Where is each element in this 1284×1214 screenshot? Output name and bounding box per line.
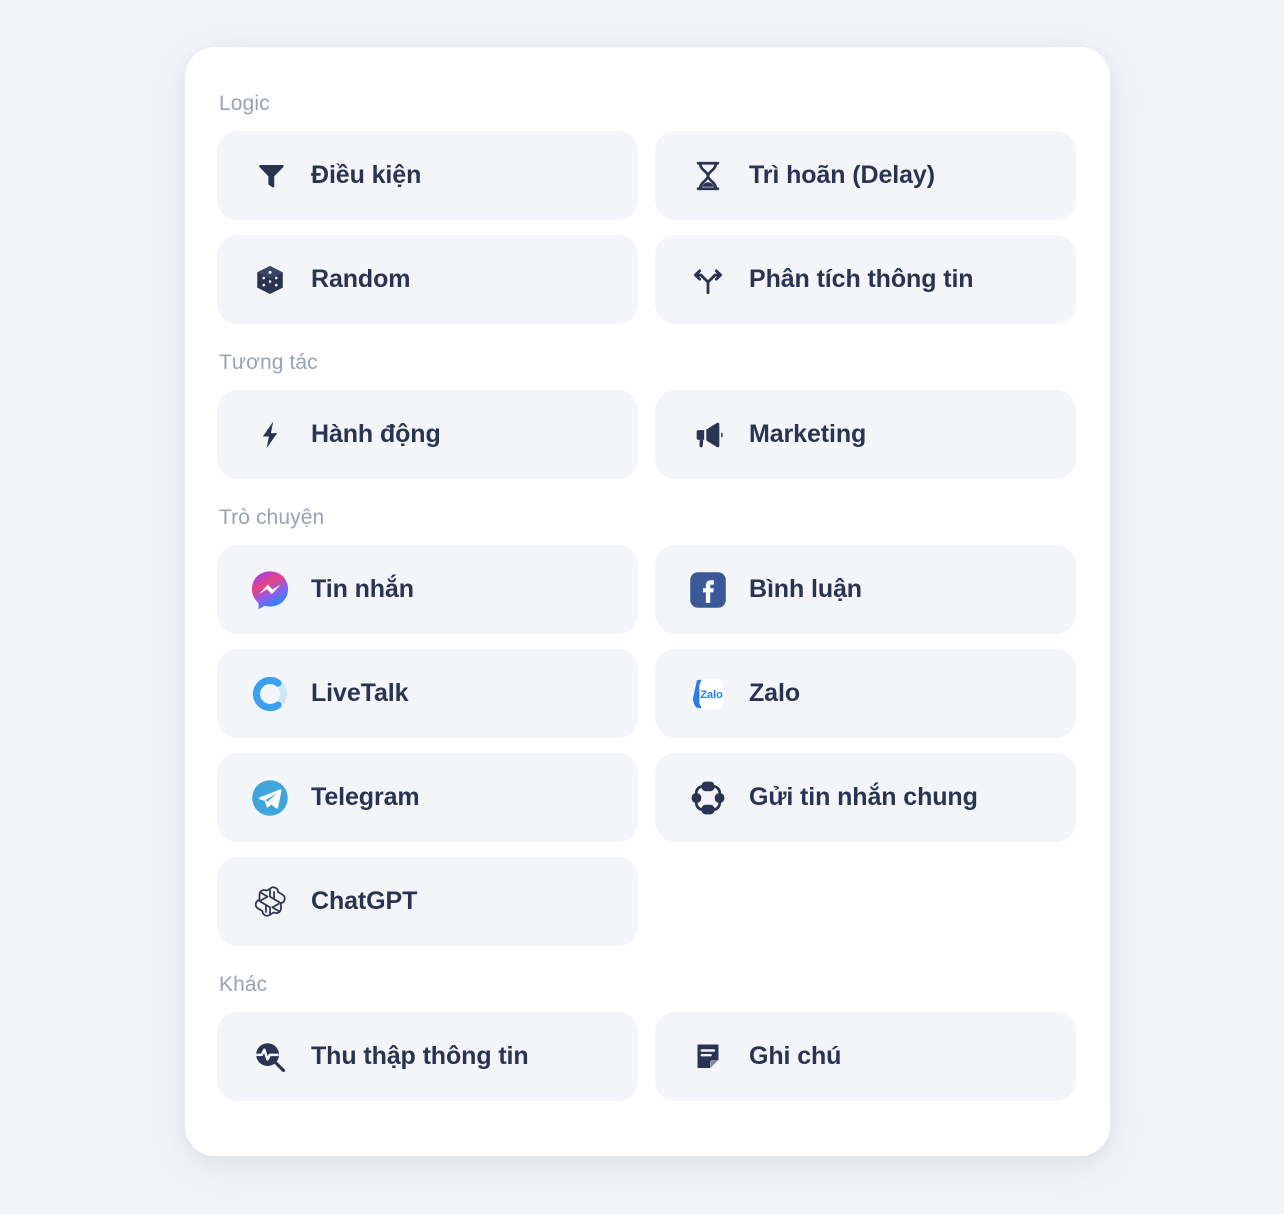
- tile-label: Telegram: [311, 783, 420, 811]
- lightning-bolt-icon: [247, 412, 293, 458]
- tile-label: Hành động: [311, 420, 441, 448]
- dice-icon: [247, 257, 293, 303]
- section-khac: Khác Thu thập thông tin Ghi chú: [217, 972, 1078, 1101]
- section-grid-tro-chuyen: Tin nhắn Bình luận LiveTalk Zalo Zalo Te…: [217, 545, 1078, 946]
- facebook-icon: [685, 567, 731, 613]
- tile-label: Bình luận: [749, 575, 862, 603]
- tile-marketing[interactable]: Marketing: [655, 390, 1076, 479]
- section-title-tuong-tac: Tương tác: [219, 351, 318, 374]
- hourglass-icon: [685, 153, 731, 199]
- tile-random[interactable]: Random: [217, 235, 638, 324]
- tile-label: Phân tích thông tin: [749, 265, 974, 293]
- telegram-icon: [247, 775, 293, 821]
- tile-hanh-dong[interactable]: Hành động: [217, 390, 638, 479]
- tile-label: LiveTalk: [311, 679, 409, 707]
- grid-spacer: [655, 857, 1076, 946]
- tile-dieu-kien[interactable]: Điều kiện: [217, 131, 638, 220]
- tile-livetalk[interactable]: LiveTalk: [217, 649, 638, 738]
- section-logic: Logic Điều kiện Trì hoãn (Delay) Random …: [217, 91, 1078, 324]
- section-title-khac: Khác: [219, 973, 268, 996]
- tile-zalo[interactable]: Zalo Zalo: [655, 649, 1076, 738]
- messenger-icon: [247, 567, 293, 613]
- zalo-wordmark: Zalo: [700, 688, 723, 700]
- section-tro-chuyen: Trò chuyện Tin nhắn Bình luận LiveTalk Z…: [217, 505, 1078, 946]
- tile-ghi-chu[interactable]: Ghi chú: [655, 1012, 1076, 1101]
- megaphone-icon: [685, 412, 731, 458]
- note-icon: [685, 1034, 731, 1080]
- tile-label: Zalo: [749, 679, 800, 707]
- tile-label: Gửi tin nhắn chung: [749, 783, 978, 811]
- tile-thu-thap-thong-tin[interactable]: Thu thập thông tin: [217, 1012, 638, 1101]
- tile-label: Tin nhắn: [311, 575, 414, 603]
- section-grid-logic: Điều kiện Trì hoãn (Delay) Random Phân t…: [217, 131, 1078, 324]
- filter-icon: [247, 153, 293, 199]
- tile-tri-hoan-delay[interactable]: Trì hoãn (Delay): [655, 131, 1076, 220]
- zalo-icon: Zalo: [685, 671, 731, 717]
- livetalk-ring-icon: [247, 671, 293, 717]
- section-title-tro-chuyen: Trò chuyện: [219, 506, 325, 529]
- tile-label: Marketing: [749, 420, 867, 448]
- node-picker-panel: Logic Điều kiện Trì hoãn (Delay) Random …: [185, 47, 1110, 1156]
- pulse-search-icon: [247, 1034, 293, 1080]
- broadcast-nodes-icon: [685, 775, 731, 821]
- tile-label: Ghi chú: [749, 1042, 842, 1070]
- app-root: Logic Điều kiện Trì hoãn (Delay) Random …: [0, 0, 1284, 1214]
- tile-label: Trì hoãn (Delay): [749, 161, 935, 189]
- tile-binh-luan[interactable]: Bình luận: [655, 545, 1076, 634]
- tile-label: ChatGPT: [311, 887, 418, 915]
- tile-label: Thu thập thông tin: [311, 1042, 529, 1070]
- tile-chatgpt[interactable]: ChatGPT: [217, 857, 638, 946]
- section-title-logic: Logic: [219, 92, 270, 115]
- tile-phan-tich-thong-tin[interactable]: Phân tích thông tin: [655, 235, 1076, 324]
- tile-label: Điều kiện: [311, 161, 422, 189]
- split-arrows-icon: [685, 257, 731, 303]
- tile-telegram[interactable]: Telegram: [217, 753, 638, 842]
- tile-gui-tin-nhan-chung[interactable]: Gửi tin nhắn chung: [655, 753, 1076, 842]
- section-tuong-tac: Tương tác Hành động Marketing: [217, 350, 1078, 479]
- tile-tin-nhan[interactable]: Tin nhắn: [217, 545, 638, 634]
- tile-label: Random: [311, 265, 411, 293]
- section-grid-tuong-tac: Hành động Marketing: [217, 390, 1078, 479]
- openai-icon: [247, 879, 293, 925]
- section-grid-khac: Thu thập thông tin Ghi chú: [217, 1012, 1078, 1101]
